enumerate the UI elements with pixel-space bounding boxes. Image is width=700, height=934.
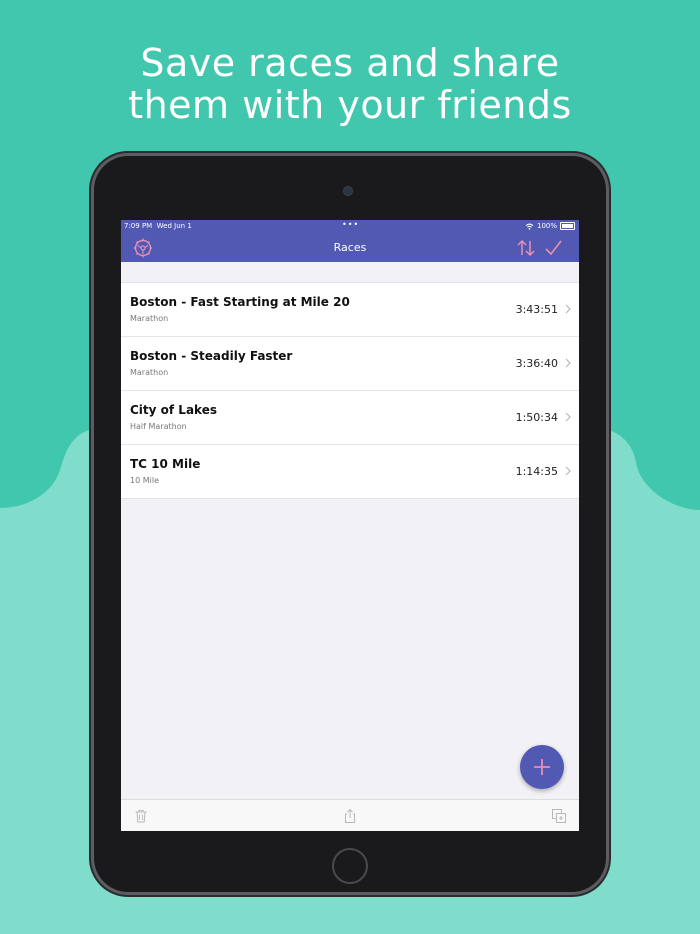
plus-icon bbox=[534, 759, 550, 775]
sort-button[interactable] bbox=[515, 237, 537, 259]
race-type: Half Marathon bbox=[130, 422, 187, 431]
share-button[interactable] bbox=[342, 808, 358, 824]
tablet-device: 7:09 PM Wed Jun 1 ••• 100% Races Boston … bbox=[94, 156, 606, 892]
status-clock: 7:09 PM bbox=[124, 222, 153, 230]
headline-line-2: them with your friends bbox=[128, 83, 572, 127]
status-time: 7:09 PM Wed Jun 1 bbox=[124, 222, 192, 230]
race-time: 1:14:35 bbox=[515, 465, 558, 478]
app-screen: 7:09 PM Wed Jun 1 ••• 100% Races Boston … bbox=[121, 220, 579, 831]
wifi-icon bbox=[525, 223, 534, 230]
home-button[interactable] bbox=[332, 848, 368, 884]
share-icon bbox=[345, 808, 355, 823]
race-type: Marathon bbox=[130, 368, 169, 377]
select-button[interactable] bbox=[542, 237, 564, 259]
chevron-right-icon bbox=[565, 412, 571, 422]
chevron-right-icon bbox=[565, 358, 571, 368]
races-list: Boston - Fast Starting at Mile 20 Marath… bbox=[121, 282, 579, 499]
chevron-right-icon bbox=[565, 466, 571, 476]
race-row[interactable]: Boston - Steadily Faster Marathon 3:36:4… bbox=[121, 337, 579, 391]
nav-bar: 7:09 PM Wed Jun 1 ••• 100% Races bbox=[121, 220, 579, 262]
trash-icon bbox=[135, 810, 147, 823]
delete-button[interactable] bbox=[133, 808, 149, 824]
duplicate-icon bbox=[552, 809, 566, 823]
nav-title: Races bbox=[333, 241, 367, 254]
race-type: 10 Mile bbox=[130, 476, 159, 485]
battery-icon bbox=[560, 222, 575, 230]
checkmark-icon bbox=[545, 240, 562, 256]
multitasking-dots[interactable]: ••• bbox=[342, 220, 359, 229]
race-time: 1:50:34 bbox=[515, 411, 558, 424]
status-indicators: 100% bbox=[525, 222, 575, 230]
camera-icon bbox=[343, 186, 353, 196]
race-time: 3:43:51 bbox=[515, 303, 558, 316]
chevron-right-icon bbox=[565, 304, 571, 314]
duplicate-button[interactable] bbox=[551, 808, 567, 824]
race-row[interactable]: TC 10 Mile 10 Mile 1:14:35 bbox=[121, 445, 579, 498]
race-name: TC 10 Mile bbox=[130, 457, 201, 471]
headline: Save races and share them with your frie… bbox=[0, 42, 700, 126]
headline-line-1: Save races and share bbox=[140, 41, 560, 85]
race-name: City of Lakes bbox=[130, 403, 217, 417]
battery-percent: 100% bbox=[536, 222, 557, 230]
race-type: Marathon bbox=[130, 314, 169, 323]
add-race-button[interactable] bbox=[520, 745, 564, 789]
sort-arrows-icon bbox=[517, 239, 535, 257]
race-row[interactable]: Boston - Fast Starting at Mile 20 Marath… bbox=[121, 283, 579, 337]
race-time: 3:36:40 bbox=[515, 357, 558, 370]
race-name: Boston - Steadily Faster bbox=[130, 349, 293, 363]
race-name: Boston - Fast Starting at Mile 20 bbox=[130, 295, 350, 309]
race-row[interactable]: City of Lakes Half Marathon 1:50:34 bbox=[121, 391, 579, 445]
bottom-toolbar bbox=[121, 799, 579, 831]
status-date: Wed Jun 1 bbox=[156, 222, 192, 230]
